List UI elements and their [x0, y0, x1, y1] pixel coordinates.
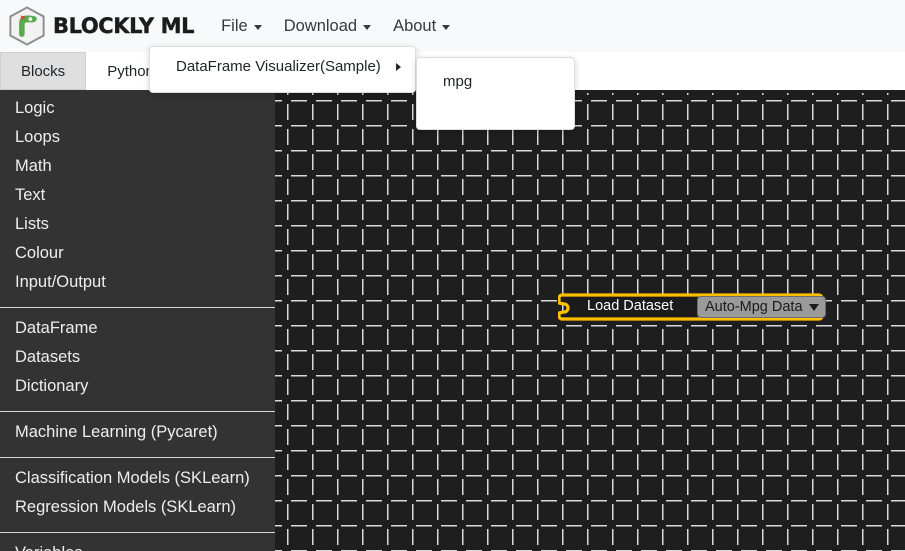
toolbox-item-text[interactable]: Text: [0, 181, 275, 210]
chevron-down-icon: [253, 24, 262, 30]
nav-item-about[interactable]: About: [384, 11, 459, 42]
block-dropdown-value: Auto-Mpg Data: [705, 299, 803, 315]
menu-item-mpg[interactable]: mpg: [417, 68, 574, 95]
nav-item-download-label: Download: [283, 16, 358, 35]
tab-blocks-label: Blocks: [21, 62, 66, 80]
toolbox-item-dataframe[interactable]: DataFrame: [0, 314, 275, 343]
toolbox-item-colour[interactable]: Colour: [0, 239, 275, 268]
tab-python-label: Python: [107, 62, 154, 80]
tab-blocks[interactable]: Blocks: [0, 52, 87, 90]
toolbox-item-lists[interactable]: Lists: [0, 210, 275, 239]
block-dropdown-field[interactable]: Auto-Mpg Data: [697, 296, 826, 318]
menu-item-dataframe-visualizer-sample-label: DataFrame Visualizer(Sample): [176, 58, 381, 75]
app-root: BLOCKLY ML File Download About Blocks Py…: [0, 0, 905, 551]
toolbox-group-models: Classification Models (SKLearn) Regressi…: [0, 457, 275, 526]
navbar-menu: File Download About: [212, 11, 459, 42]
dataframe-visualizer-submenu: mpg: [416, 57, 575, 130]
toolbox-item-logic[interactable]: Logic: [0, 94, 275, 123]
python-hexagon-logo-icon: [8, 6, 46, 46]
menu-item-dataframe-visualizer-sample[interactable]: DataFrame Visualizer(Sample): [150, 53, 415, 80]
toolbox-group-ml: Machine Learning (Pycaret): [0, 411, 275, 451]
caret-right-icon: [396, 62, 401, 71]
toolbox-item-regression-models-sklearn[interactable]: Regression Models (SKLearn): [0, 493, 275, 522]
toolbox-group-data: DataFrame Datasets Dictionary: [0, 307, 275, 405]
nav-item-about-label: About: [393, 16, 437, 35]
brand[interactable]: BLOCKLY ML: [8, 6, 195, 46]
file-dropdown-menu: DataFrame Visualizer(Sample): [149, 46, 416, 93]
toolbox-group-user: Variables Functions: [0, 532, 275, 551]
brand-name: BLOCKLY ML: [53, 14, 195, 38]
toolbox-item-loops[interactable]: Loops: [0, 123, 275, 152]
menu-item-mpg-label: mpg: [443, 73, 473, 90]
dropdown-caret-icon: [808, 303, 819, 311]
toolbox-item-machine-learning-pycaret[interactable]: Machine Learning (Pycaret): [0, 418, 275, 447]
toolbox-item-classification-models-sklearn[interactable]: Classification Models (SKLearn): [0, 464, 275, 493]
nav-item-download[interactable]: Download: [275, 11, 380, 42]
toolbox-item-dictionary[interactable]: Dictionary: [0, 372, 275, 401]
toolbox-item-datasets[interactable]: Datasets: [0, 343, 275, 372]
toolbox-item-math[interactable]: Math: [0, 152, 275, 181]
navbar: BLOCKLY ML File Download About: [0, 0, 905, 52]
block-load-dataset[interactable]: Load Dataset Auto-Mpg Data: [558, 291, 826, 323]
chevron-down-icon: [363, 24, 372, 30]
nav-item-file[interactable]: File: [212, 11, 271, 42]
toolbox-group-core: Logic Loops Math Text Lists Colour Input…: [0, 94, 275, 301]
toolbox-item-input-output[interactable]: Input/Output: [0, 268, 275, 297]
toolbox: Logic Loops Math Text Lists Colour Input…: [0, 90, 275, 551]
toolbox-item-variables[interactable]: Variables: [0, 539, 275, 551]
nav-item-file-label: File: [221, 16, 248, 35]
chevron-down-icon: [442, 24, 451, 30]
